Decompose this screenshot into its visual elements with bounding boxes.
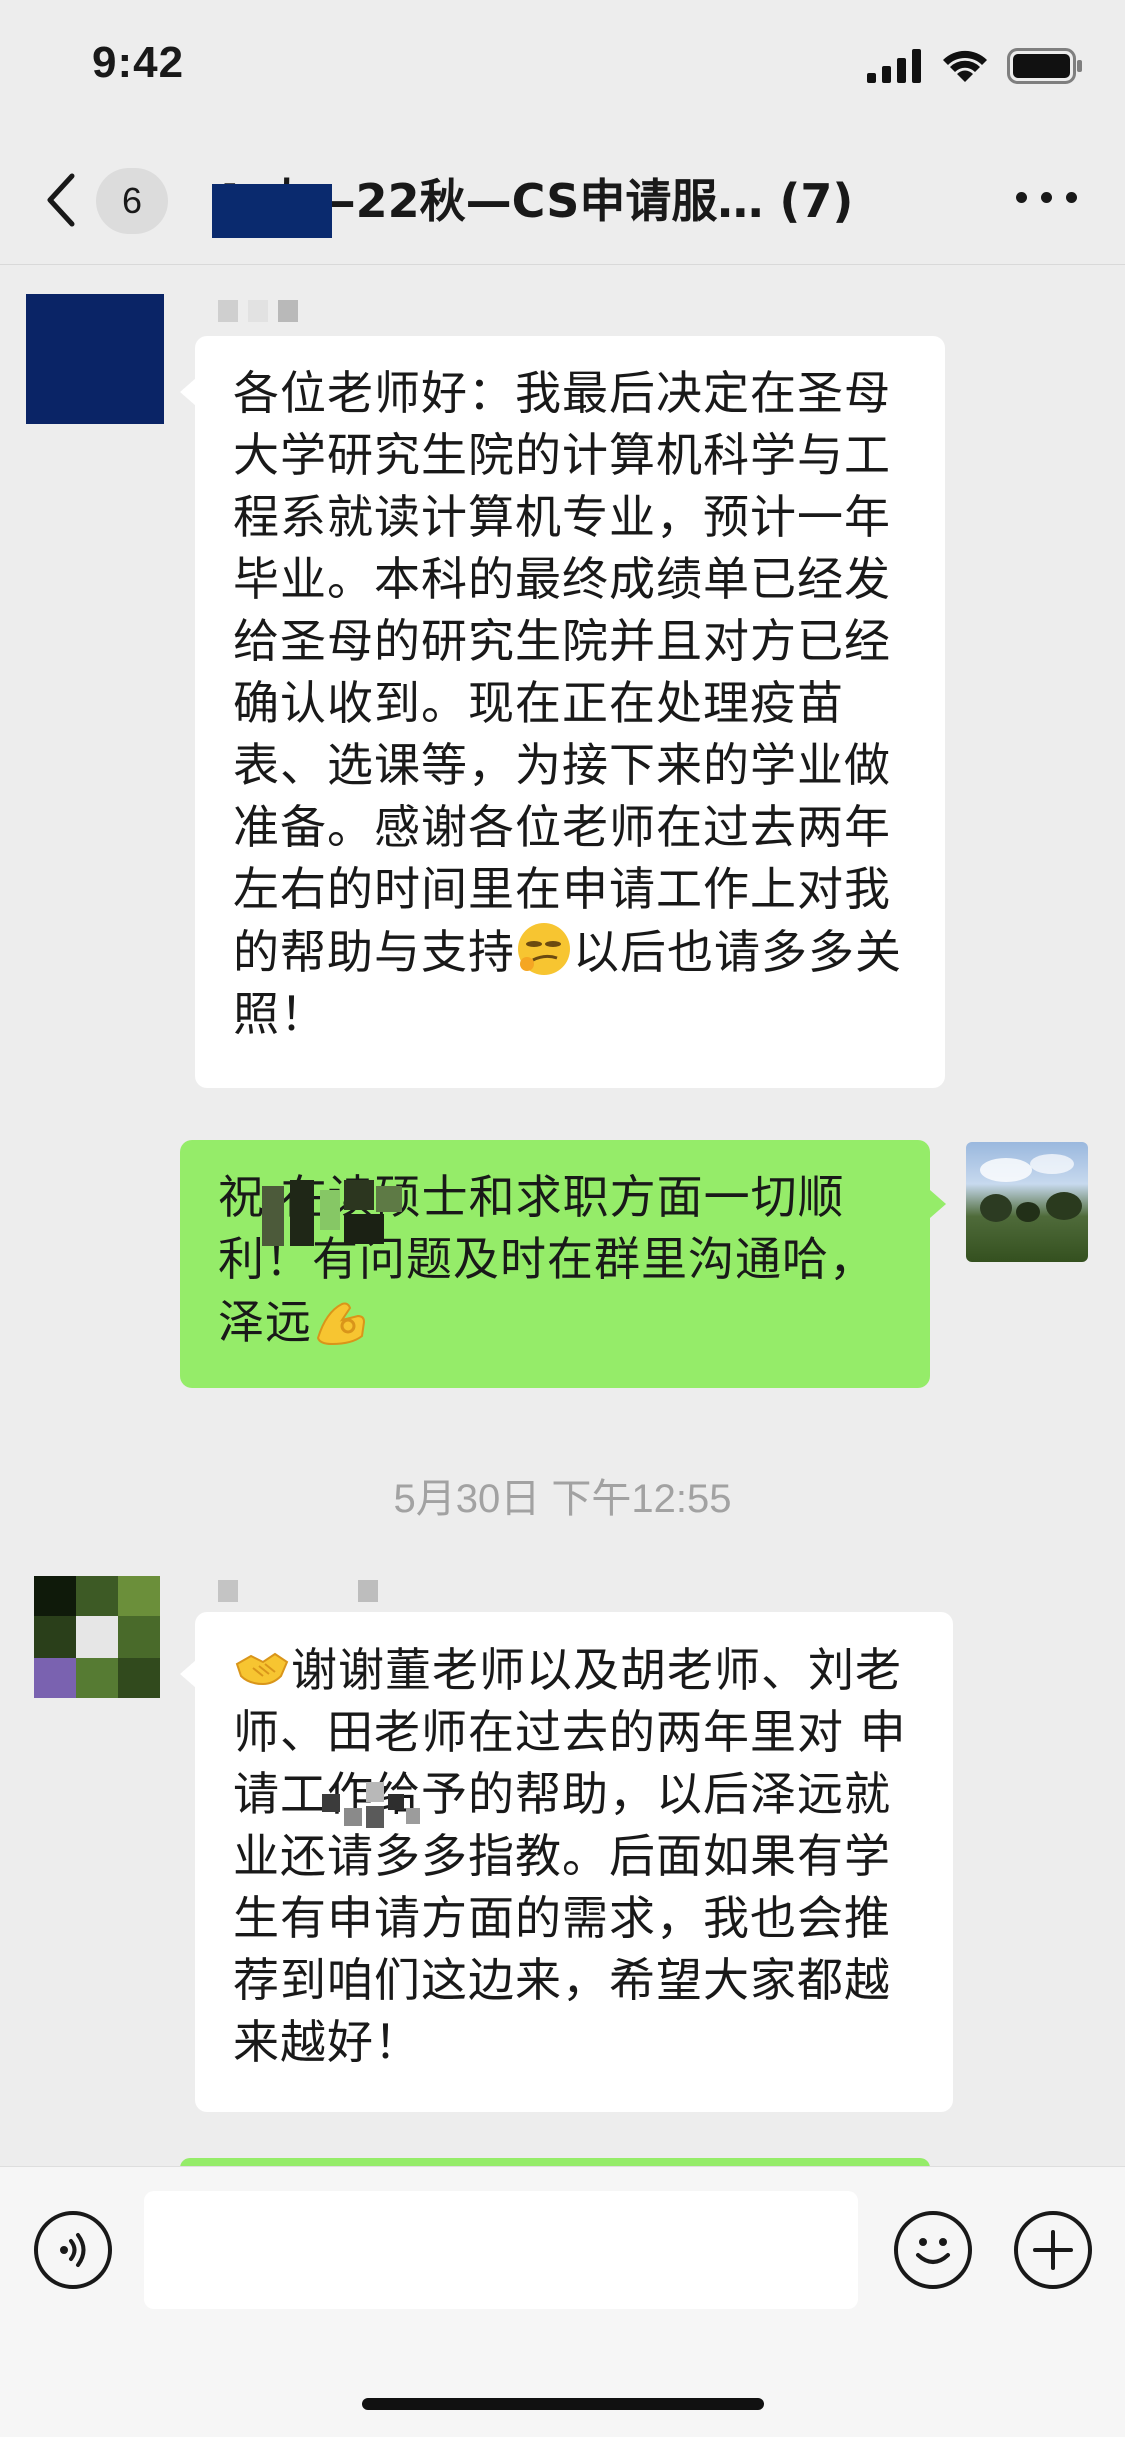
message-bubble[interactable]: 各位老师好：我最后决定在圣母大学研究生院的计算机科学与工程系就读计算机专业，预计…	[195, 336, 945, 1088]
emoji-face-icon	[916, 2238, 950, 2264]
redaction-block	[262, 1180, 402, 1250]
status-icons	[867, 48, 1083, 84]
voice-icon	[60, 2233, 86, 2267]
chat-header: 6 A 大—22秋—CS申请服… (7)	[0, 140, 1125, 265]
status-time: 9:42	[92, 38, 185, 87]
ok-hand-emoji-icon	[316, 1302, 366, 1346]
message-bubble-self[interactable]: 祝 在读硕士和求职方面一切顺利！有问题及时在群里沟通哈，泽远	[180, 1140, 930, 1388]
plus-icon	[1033, 2230, 1073, 2270]
avatar[interactable]	[34, 1576, 160, 1698]
message-text: 谢谢董老师以及胡老师、刘老师、田老师在过去的两年里对 申请工作给予的帮助，以后泽…	[233, 1643, 907, 2069]
avatar[interactable]	[26, 294, 164, 424]
handshake-emoji-icon	[235, 1652, 289, 1686]
redaction-block	[322, 1778, 422, 1838]
message-text: 各位老师好：我最后决定在圣母大学研究生院的计算机科学与工程系就读计算机专业，预计…	[233, 366, 891, 979]
bubble-tail	[180, 1660, 196, 1688]
plus-button[interactable]	[1014, 2211, 1092, 2289]
input-toolbar	[0, 2166, 1125, 2437]
emoji-button[interactable]	[894, 2211, 972, 2289]
unread-badge[interactable]: 6	[96, 168, 168, 234]
landscape-photo-icon	[980, 1154, 1082, 1222]
cellular-signal-icon	[867, 49, 921, 83]
status-bar: 9:42	[0, 0, 1125, 140]
smirk-emoji-icon	[518, 923, 570, 975]
message-input[interactable]	[144, 2191, 858, 2309]
home-indicator	[362, 2398, 764, 2410]
redaction-block	[212, 184, 332, 238]
sender-name	[218, 300, 298, 322]
more-dots-icon[interactable]	[1016, 192, 1077, 203]
battery-icon	[1007, 48, 1082, 84]
sender-name	[218, 1580, 378, 1602]
voice-button[interactable]	[34, 2211, 112, 2289]
avatar-self[interactable]	[966, 1142, 1088, 1262]
bubble-tail	[180, 378, 196, 406]
wifi-icon	[943, 50, 987, 82]
chevron-left-icon[interactable]	[40, 170, 80, 230]
timestamp: 5月30日 下午12:55	[393, 1477, 732, 1521]
bubble-tail	[930, 1190, 946, 1218]
message-bubble[interactable]: 谢谢董老师以及胡老师、刘老师、田老师在过去的两年里对 申请工作给予的帮助，以后泽…	[195, 1612, 953, 2112]
